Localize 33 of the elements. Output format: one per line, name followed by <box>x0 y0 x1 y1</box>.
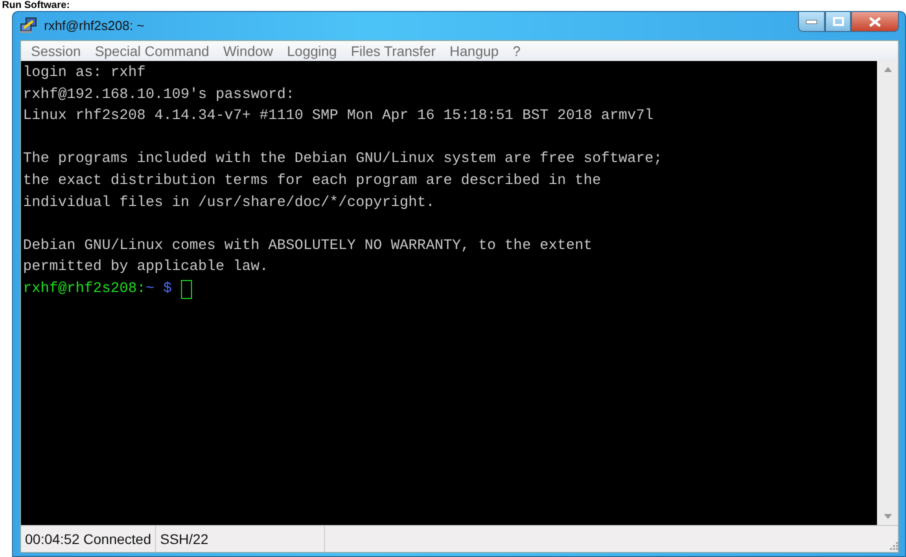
menu-item[interactable]: Session <box>25 43 89 59</box>
status-text: SSH/22 <box>156 526 326 552</box>
close-icon <box>869 16 881 26</box>
prompt-path: ~ $ <box>146 280 172 299</box>
prompt-user-host: rxhf@rhf2s208: <box>23 280 146 299</box>
menu-item[interactable]: Files Transfer <box>344 43 444 59</box>
terminal-line: login as: rxhf <box>23 64 146 83</box>
text-cursor <box>180 280 192 300</box>
minimize-button[interactable] <box>798 12 825 32</box>
terminal-line: The programs included with the Debian GNU/Linux system are free software; <box>23 150 662 170</box>
minimize-icon <box>806 20 817 24</box>
close-button[interactable] <box>851 12 899 32</box>
window-title: rxhf@rhf2s208: ~ <box>44 18 144 32</box>
terminal-line: rxhf@192.168.10.109's password: <box>23 86 294 105</box>
resize-grip-icon[interactable] <box>889 541 898 550</box>
terminal-line: Linux rhf2s208 4.14.34-v7+ #1110 SMP Mon Apr 16 15:18:51 BST 2018 armv7l <box>23 107 654 126</box>
scroll-up-icon[interactable] <box>884 67 892 72</box>
menu-item[interactable]: Special Command <box>88 43 218 59</box>
terminal-line: the exact distribution terms for each program are described in the <box>23 172 602 191</box>
terminal-line: Debian GNU/Linux comes with ABSOLUTELY NO WARRANTY, to the extent <box>23 236 592 256</box>
terminal-line: permitted by applicable law. <box>23 258 268 278</box>
maximize-icon <box>832 17 844 26</box>
menu-item[interactable]: Window <box>217 43 281 59</box>
page-heading: Run Software: <box>1 0 70 11</box>
scroll-down-icon[interactable] <box>884 514 892 519</box>
menu-item[interactable]: Hangup <box>444 43 507 59</box>
menu-item[interactable]: Logging <box>281 43 345 59</box>
menu-item[interactable]: ? <box>506 43 528 59</box>
network-computers-icon <box>20 16 38 34</box>
terminal-line: individual files in /usr/share/doc/*/copyright. <box>23 194 435 213</box>
maximize-button[interactable] <box>825 12 851 32</box>
scrollbar[interactable] <box>877 61 898 525</box>
status-text: 00:04:52 Connected <box>21 526 156 552</box>
